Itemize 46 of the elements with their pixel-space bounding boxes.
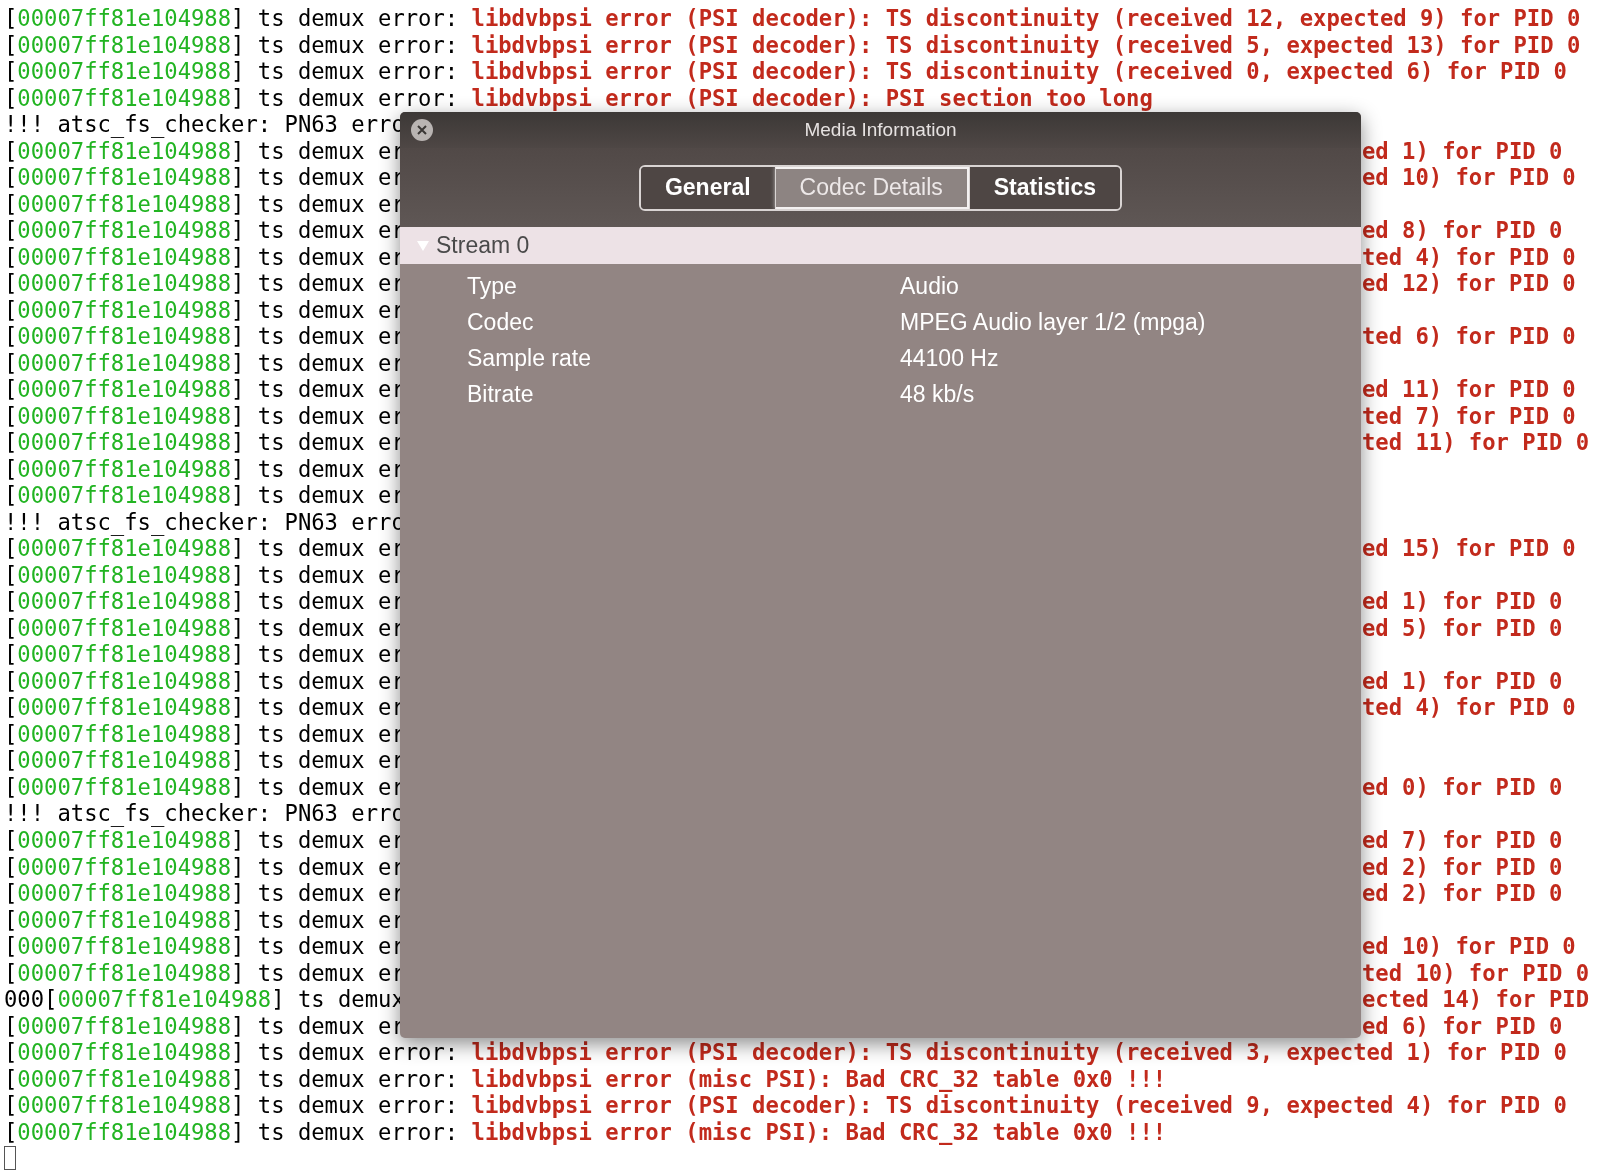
terminal-line: ed 1) for PID 0 — [1362, 588, 1563, 615]
terminal-line: [00007ff81e104988] ts demux error: libdvbpsi error (PSI decoder): TS discontinuity (received 5, expected 13) for PID 0 — [4, 31, 1581, 58]
terminal-line: ed 12) for PID 0 — [1362, 270, 1576, 297]
terminal-line: [00007ff81e104988] ts demux error: libdvbpsi error (PSI decoder): TS discontinuity (received 3, expected 1) for PID 0 — [4, 1039, 1567, 1066]
tab[interactable]: Statistics — [968, 166, 1121, 209]
property-label: Type — [467, 271, 518, 301]
terminal-line: ed 15) for PID 0 — [1362, 535, 1576, 562]
property-value: 48 kb/s — [900, 379, 976, 409]
window-title: Media Information — [804, 117, 957, 142]
terminal-line: ted 6) for PID 0 — [1362, 323, 1576, 350]
property-value: 44100 Hz — [900, 343, 1000, 373]
terminal-line: [00007ff81e104988] ts demux error: libdvbpsi error (PSI decoder): TS discontinuity (received 0, expected 6) for PID 0 — [4, 58, 1567, 85]
terminal-line: ected 14) for PID — [1362, 986, 1590, 1013]
stream-label: Stream 0 — [436, 231, 530, 261]
close-icon — [417, 125, 427, 135]
stream-header[interactable]: Stream 0 — [400, 227, 1361, 264]
terminal-line: ted 7) for PID 0 — [1362, 402, 1576, 429]
terminal-line: ted 10) for PID 0 — [1362, 959, 1590, 986]
terminal-line: ed 2) for PID 0 — [1362, 853, 1563, 880]
terminal-line: ted 4) for PID 0 — [1362, 694, 1576, 721]
terminal-line: ted 4) for PID 0 — [1362, 243, 1576, 270]
terminal-line: ed 5) for PID 0 — [1362, 614, 1563, 641]
terminal-line: ed 0) for PID 0 — [1362, 773, 1563, 800]
terminal-line: ed 10) for PID 0 — [1362, 933, 1576, 960]
property-label: Bitrate — [467, 379, 535, 409]
property-value: MPEG Audio layer 1/2 (mpga) — [900, 307, 1207, 337]
terminal-line: ed 2) for PID 0 — [1362, 880, 1563, 906]
terminal-line: ed 7) for PID 0 — [1362, 827, 1563, 853]
terminal-line: [00007ff81e104988] ts demux error: libdvbpsi error (misc PSI): Bad CRC_32 table 0x0 !!! — [4, 1065, 1167, 1092]
close-button[interactable] — [411, 119, 433, 141]
terminal-line: ed 1) for PID 0 — [1362, 667, 1563, 694]
text-cursor-icon — [4, 1146, 16, 1171]
property-label: Codec — [467, 307, 535, 337]
tab[interactable]: General — [640, 166, 775, 209]
terminal-line: ted 11) for PID 0 — [1362, 429, 1590, 456]
property-label: Sample rate — [467, 343, 592, 373]
terminal-line: ed 6) for PID 0 — [1362, 1012, 1563, 1039]
terminal-line: [00007ff81e104988] ts demux error: libdvbpsi error (PSI decoder): TS discontinuity (received 9, expected 4) for PID 0 — [4, 1092, 1567, 1119]
terminal-line: ed 10) for PID 0 — [1362, 164, 1576, 191]
terminal-line: ed 1) for PID 0 — [1362, 137, 1563, 164]
terminal-line: [00007ff81e104988] ts demux error: libdvbpsi error (PSI decoder): PSI section too long — [4, 84, 1153, 111]
terminal-line: [00007ff81e104988] ts demux error: libdvbpsi error (PSI decoder): TS discontinuity (received 12, expected 9) for PID 0 — [4, 5, 1581, 31]
terminal-line: ed 11) for PID 0 — [1362, 376, 1576, 403]
terminal-line: [00007ff81e104988] ts demux error: libdvbpsi error (misc PSI): Bad CRC_32 table 0x0 !!! — [4, 1118, 1167, 1145]
property-value: Audio — [900, 271, 960, 301]
terminal-line: ed 8) for PID 0 — [1362, 217, 1563, 244]
